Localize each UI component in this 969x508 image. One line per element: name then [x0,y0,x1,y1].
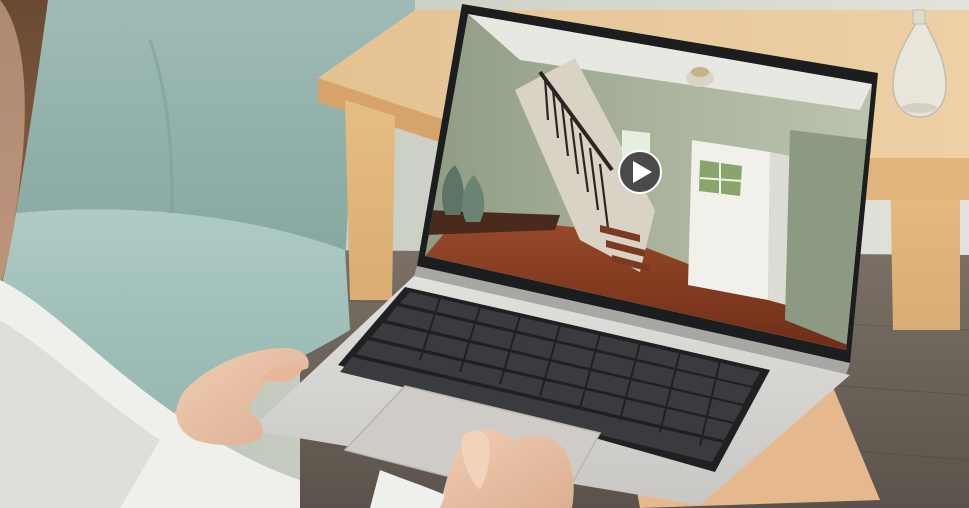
play-icon[interactable] [618,150,662,194]
table-leg-left [345,100,395,300]
photo [0,0,969,508]
